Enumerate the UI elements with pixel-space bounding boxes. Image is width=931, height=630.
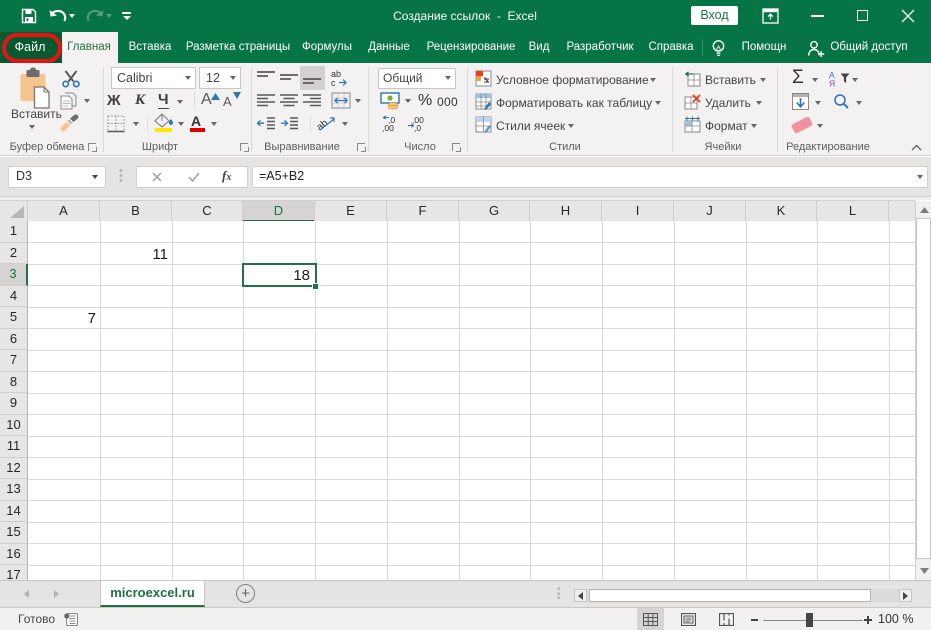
svg-text:,00: ,00	[382, 123, 394, 132]
svg-text:c: c	[331, 78, 336, 87]
svg-text:,0: ,0	[414, 123, 421, 132]
svg-text:Я: Я	[829, 79, 835, 88]
svg-text:ab: ab	[317, 117, 331, 132]
